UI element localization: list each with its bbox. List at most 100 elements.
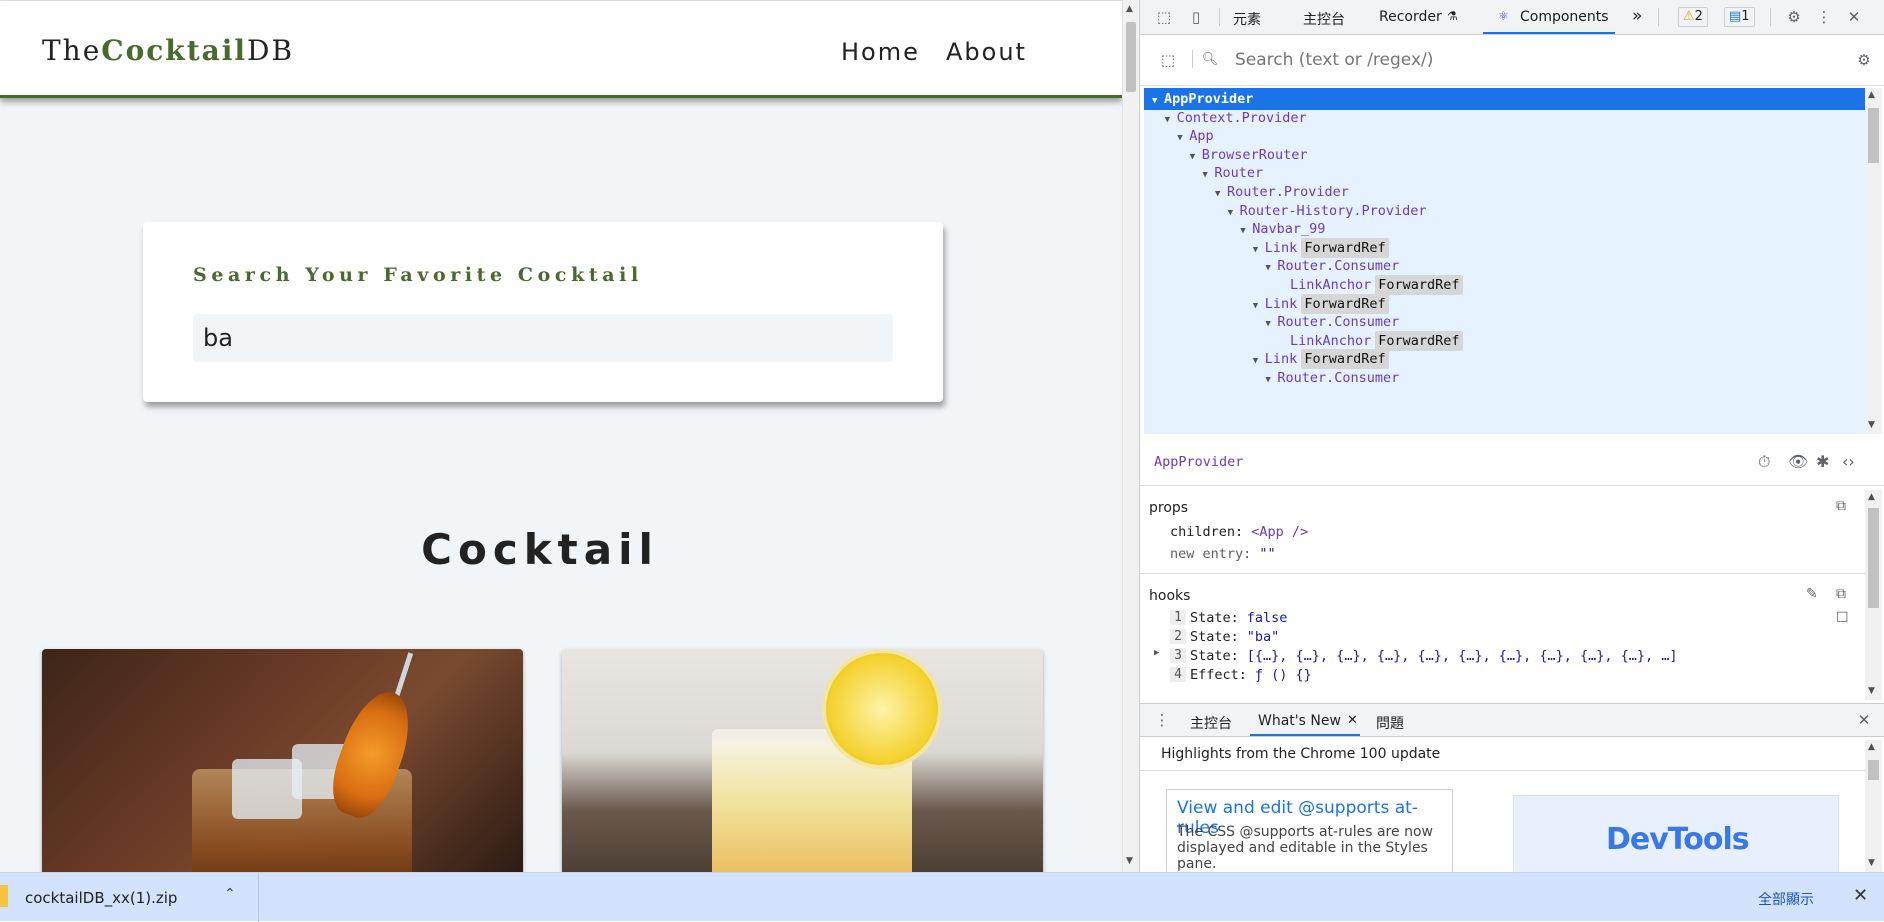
tab-recorder[interactable]: Recorder [1379, 9, 1442, 25]
scroll-down-arrow-icon[interactable]: ▼ [1126, 856, 1133, 866]
section-title: Cocktail [421, 525, 659, 574]
scroll-down-arrow-icon[interactable]: ▼ [1868, 858, 1875, 868]
scroll-up-arrow-icon[interactable]: ▲ [1868, 742, 1875, 752]
site-logo[interactable]: TheCocktailDB [42, 34, 294, 67]
hooks-title: hooks [1149, 588, 1191, 604]
cocktail-card-image[interactable] [42, 649, 523, 872]
warnings-count: 2 [1694, 9, 1703, 24]
nav-link-home[interactable]: Home [841, 38, 920, 66]
tree-node-label: App [1189, 128, 1214, 145]
settings-gear-icon[interactable]: ⚙ [1784, 7, 1804, 27]
divider [1192, 50, 1193, 68]
components-toolbar: ⬚ 🔍︎ ⚙ [1140, 36, 1884, 86]
copy-icon[interactable]: ⧉ [1836, 586, 1846, 602]
search-form-card: Search Your Favorite Cocktail [143, 222, 943, 402]
view-source-icon[interactable]: ‹› [1842, 452, 1855, 471]
drawer-tab-whats-new[interactable]: What's New [1258, 713, 1341, 729]
zip-file-icon [0, 885, 8, 907]
divider [1770, 8, 1771, 26]
scroll-up-arrow-icon[interactable]: ▲ [1868, 90, 1875, 100]
messages-badge[interactable]: ▤1 [1724, 7, 1755, 27]
hook-row[interactable]: State: false [1190, 610, 1287, 626]
tree-scrollbar[interactable]: ▲ ▼ [1865, 88, 1882, 434]
copy-icon[interactable]: ⧉ [1836, 498, 1846, 514]
drawer-menu-icon[interactable]: ⋮ [1152, 710, 1172, 730]
search-input[interactable] [193, 314, 893, 362]
tree-node-label: Router.Provider [1227, 184, 1349, 200]
scroll-up-arrow-icon[interactable]: ▲ [1126, 4, 1133, 14]
tree-node-label: LinkAnchor [1290, 332, 1372, 349]
web-page: TheCocktailDB Home About Search Your Fav… [0, 0, 1122, 872]
hook-label: Effect: [1190, 667, 1247, 683]
prop-value[interactable]: "" [1259, 546, 1275, 562]
select-component-icon[interactable]: ⬚ [1158, 50, 1178, 70]
devtools-tabbar: ⬚ ▯ 元素 主控台 Recorder ⚗ ⚛ Components » ⚠2 … [1140, 0, 1884, 35]
inspector-scrollbar[interactable]: ▲ ▼ [1865, 490, 1882, 700]
search-icon: 🔍︎ [1201, 52, 1219, 67]
props-title: props [1149, 500, 1189, 516]
hook-row[interactable]: State: "ba" [1190, 629, 1279, 645]
tree-node-label: Router.Consumer [1277, 370, 1400, 386]
scroll-up-arrow-icon[interactable]: ▲ [1868, 492, 1875, 502]
drawer-tab-console[interactable]: 主控台 [1190, 713, 1232, 733]
nav-link-about[interactable]: About [946, 38, 1027, 66]
eye-icon[interactable]: 👁︎ [1788, 452, 1808, 471]
wand-icon[interactable]: ✎ [1806, 586, 1818, 602]
tree-node-label: BrowserRouter [1201, 146, 1308, 163]
hook-index: 2 [1170, 629, 1186, 644]
expand-triangle-icon[interactable]: ▶ [1154, 648, 1159, 658]
component-search-input[interactable] [1235, 50, 1795, 70]
tab-elements[interactable]: 元素 [1233, 9, 1261, 29]
hooks-section: hooks ✎ ⧉ ☐ 1 State: false 2 State: "ba" 3 ▶ Sta… [1140, 580, 1865, 700]
active-tab-indicator [1250, 734, 1360, 736]
component-settings-icon[interactable]: ⚙ [1854, 50, 1874, 70]
scrollbar-thumb[interactable] [1868, 108, 1879, 163]
inspected-element-header: AppProvider ⏱ 👁︎ ✱ ‹› [1140, 440, 1884, 486]
expand-triangle-icon[interactable]: ▼ [1265, 369, 1277, 391]
warnings-badge[interactable]: ⚠2 [1678, 7, 1708, 27]
bug-icon[interactable]: ✱ [1816, 452, 1829, 471]
tab-components[interactable]: Components [1520, 9, 1609, 25]
tree-node[interactable]: ▼ Router.Consumer [1144, 367, 1865, 389]
hook-row[interactable]: State: [{…}, {…}, {…}, {…}, {…}, {…}, {…}… [1190, 648, 1678, 664]
drawer-scrollbar[interactable]: ▲ ▼ [1865, 740, 1882, 873]
checkbox[interactable]: ☐ [1836, 610, 1849, 626]
divider [1658, 8, 1659, 26]
kebab-menu-icon[interactable]: ⋮ [1814, 7, 1834, 27]
tree-node-label: AppProvider [1164, 91, 1254, 107]
inspect-element-icon[interactable]: ⬚ [1154, 7, 1174, 27]
tree-node-label: Link [1264, 295, 1298, 312]
scrollbar-thumb[interactable] [1126, 22, 1136, 92]
scroll-down-arrow-icon[interactable]: ▼ [1868, 420, 1875, 430]
divider [1140, 770, 1865, 771]
tree-node-label: Link [1264, 239, 1298, 256]
drawer-tab-issues[interactable]: 問題 [1376, 713, 1404, 733]
close-drawer-icon[interactable]: ✕ [1854, 710, 1874, 730]
hook-index: 3 [1170, 648, 1186, 663]
scrollbar-thumb[interactable] [1868, 508, 1879, 608]
hook-row[interactable]: Effect: ƒ () {} [1190, 667, 1312, 683]
promo-text: DevTools [1606, 822, 1750, 857]
feature-card[interactable]: View and edit @supports at-rules The CSS… [1166, 789, 1453, 879]
scrollbar-thumb[interactable] [1868, 760, 1879, 780]
device-toolbar-icon[interactable]: ▯ [1186, 7, 1206, 27]
hook-label: State: [1190, 648, 1239, 664]
show-all-downloads-link[interactable]: 全部顯示 [1758, 889, 1814, 909]
tab-console[interactable]: 主控台 [1303, 9, 1345, 29]
close-tab-icon[interactable]: ✕ [1347, 713, 1358, 728]
download-item[interactable]: cocktailDB_xx(1).zip ⌃ [0, 873, 259, 922]
chevron-up-icon[interactable]: ⌃ [224, 886, 236, 902]
close-devtools-icon[interactable]: ✕ [1844, 7, 1864, 27]
flask-icon: ⚗ [1447, 9, 1458, 23]
devtools-panel: ⬚ ▯ 元素 主控台 Recorder ⚗ ⚛ Components » ⚠2 … [1139, 0, 1884, 879]
prop-value[interactable]: <App /> [1251, 524, 1308, 540]
tree-node-label: Navbar_99 [1252, 221, 1326, 238]
close-download-bar-icon[interactable]: ✕ [1853, 885, 1868, 906]
whats-new-heading: Highlights from the Chrome 100 update [1161, 746, 1441, 762]
divider [1219, 8, 1220, 26]
cocktail-card-image[interactable] [562, 649, 1043, 872]
stopwatch-icon[interactable]: ⏱ [1758, 452, 1770, 472]
more-tabs-icon[interactable]: » [1632, 6, 1642, 26]
scroll-down-arrow-icon[interactable]: ▼ [1868, 686, 1875, 696]
page-scrollbar[interactable]: ▲ ▼ [1122, 0, 1139, 872]
